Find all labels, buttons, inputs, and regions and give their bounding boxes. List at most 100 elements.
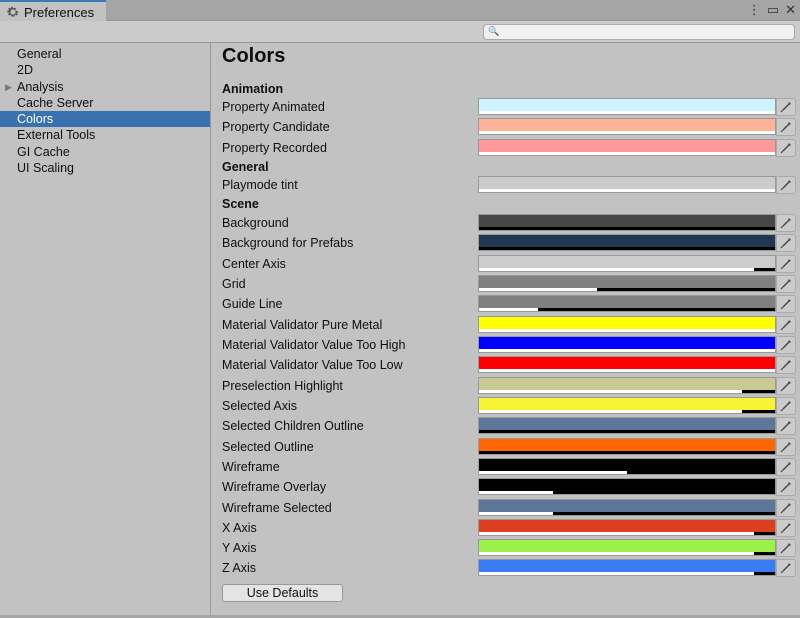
color-swatch[interactable] [478,539,776,556]
eyedropper-icon [780,238,791,249]
color-swatch[interactable] [478,118,776,135]
color-swatch[interactable] [478,295,776,312]
eyedropper-button[interactable] [776,478,796,496]
eyedropper-icon [780,503,791,514]
color-label: Center Axis [222,257,286,271]
eyedropper-button[interactable] [776,255,796,273]
color-label: Material Validator Pure Metal [222,318,383,332]
color-swatch[interactable] [478,356,776,373]
color-swatch[interactable] [478,275,776,292]
section-header-animation: Animation [222,80,800,100]
color-swatch[interactable] [478,438,776,455]
color-label: Property Recorded [222,141,327,155]
color-swatch[interactable] [478,234,776,251]
alpha-bar [479,111,775,114]
color-row-material-validator-pure-metal: Material Validator Pure Metal [222,316,800,336]
color-swatch[interactable] [478,397,776,414]
eyedropper-button[interactable] [776,316,796,334]
eyedropper-icon [780,143,791,154]
close-icon[interactable]: ✕ [785,3,796,17]
eyedropper-button[interactable] [776,377,796,395]
color-label: Property Animated [222,100,325,114]
alpha-bar-background [479,430,775,433]
eyedropper-button[interactable] [776,356,796,374]
color-swatch[interactable] [478,139,776,156]
section-title: Animation [222,82,284,96]
eyedropper-button[interactable] [776,438,796,456]
eyedropper-button[interactable] [776,275,796,293]
use-defaults-button[interactable]: Use Defaults [222,584,343,602]
color-label: Background [222,216,289,230]
sidebar-item-label: Analysis [17,79,64,94]
alpha-bar-background [479,451,775,454]
color-fill [479,520,775,532]
color-swatch[interactable] [478,377,776,394]
eyedropper-button[interactable] [776,295,796,313]
color-swatch[interactable] [478,316,776,333]
color-fill [479,459,775,471]
color-label: Material Validator Value Too Low [222,358,403,372]
sidebar-item-label: Colors [17,112,54,127]
sidebar-item-colors[interactable]: Colors [0,111,210,128]
color-row-selected-outline: Selected Outline [222,438,800,458]
color-fill [479,215,775,227]
eyedropper-button[interactable] [776,539,796,557]
color-swatch[interactable] [478,478,776,495]
eyedropper-button[interactable] [776,98,796,116]
eyedropper-button[interactable] [776,417,796,435]
color-fill [479,378,775,390]
eyedropper-button[interactable] [776,118,796,136]
eyedropper-button[interactable] [776,139,796,157]
search-input[interactable]: 🔍 [483,24,795,40]
eyedropper-button[interactable] [776,234,796,252]
color-swatch[interactable] [478,176,776,193]
sidebar-item-analysis[interactable]: ▶ Analysis [0,79,210,95]
eyedropper-button[interactable] [776,214,796,232]
color-label: Selected Children Outline [222,419,364,433]
eyedropper-icon [780,543,791,554]
alpha-bar [479,471,627,474]
color-swatch[interactable] [478,417,776,434]
color-label: Z Axis [222,561,257,575]
color-swatch[interactable] [478,519,776,536]
eyedropper-button[interactable] [776,336,796,354]
color-fill [479,479,775,491]
color-swatch[interactable] [478,336,776,353]
alpha-bar [479,349,775,352]
alpha-bar [479,189,775,192]
sidebar-item-ui-scaling[interactable]: UI Scaling [0,160,210,176]
sidebar-item-external-tools[interactable]: External Tools [0,127,210,143]
expand-arrow-icon[interactable]: ▶ [5,79,12,95]
alpha-bar [479,369,775,372]
color-row-selected-children-outline: Selected Children Outline [222,417,800,437]
eyedropper-icon [780,259,791,270]
maximize-icon[interactable]: ▭ [767,3,779,17]
eyedropper-button[interactable] [776,499,796,517]
sidebar-item-gi-cache[interactable]: GI Cache [0,144,210,160]
eyedropper-button[interactable] [776,176,796,194]
color-label: X Axis [222,521,257,535]
eyedropper-button[interactable] [776,397,796,415]
sidebar-item-cache-server[interactable]: Cache Server [0,95,210,111]
search-icon: 🔍 [488,26,500,36]
color-swatch[interactable] [478,499,776,516]
color-swatch[interactable] [478,214,776,231]
color-swatch[interactable] [478,255,776,272]
eyedropper-button[interactable] [776,458,796,476]
color-swatch[interactable] [478,458,776,475]
sidebar-item-general[interactable]: General [0,46,210,62]
eyedropper-button[interactable] [776,559,796,577]
alpha-bar [479,512,553,515]
color-fill [479,256,775,268]
color-swatch[interactable] [478,559,776,576]
sidebar-item-2d[interactable]: 2D [0,62,210,78]
more-options-icon[interactable]: ⋮ [748,3,761,17]
color-label: Property Candidate [222,120,330,134]
color-row-background: Background [222,214,800,234]
color-label: Preselection Highlight [222,379,343,393]
sidebar-item-label: GI Cache [17,144,70,159]
eyedropper-button[interactable] [776,519,796,537]
tab-preferences[interactable]: Preferences [0,0,106,22]
color-swatch[interactable] [478,98,776,115]
color-fill [479,337,775,349]
